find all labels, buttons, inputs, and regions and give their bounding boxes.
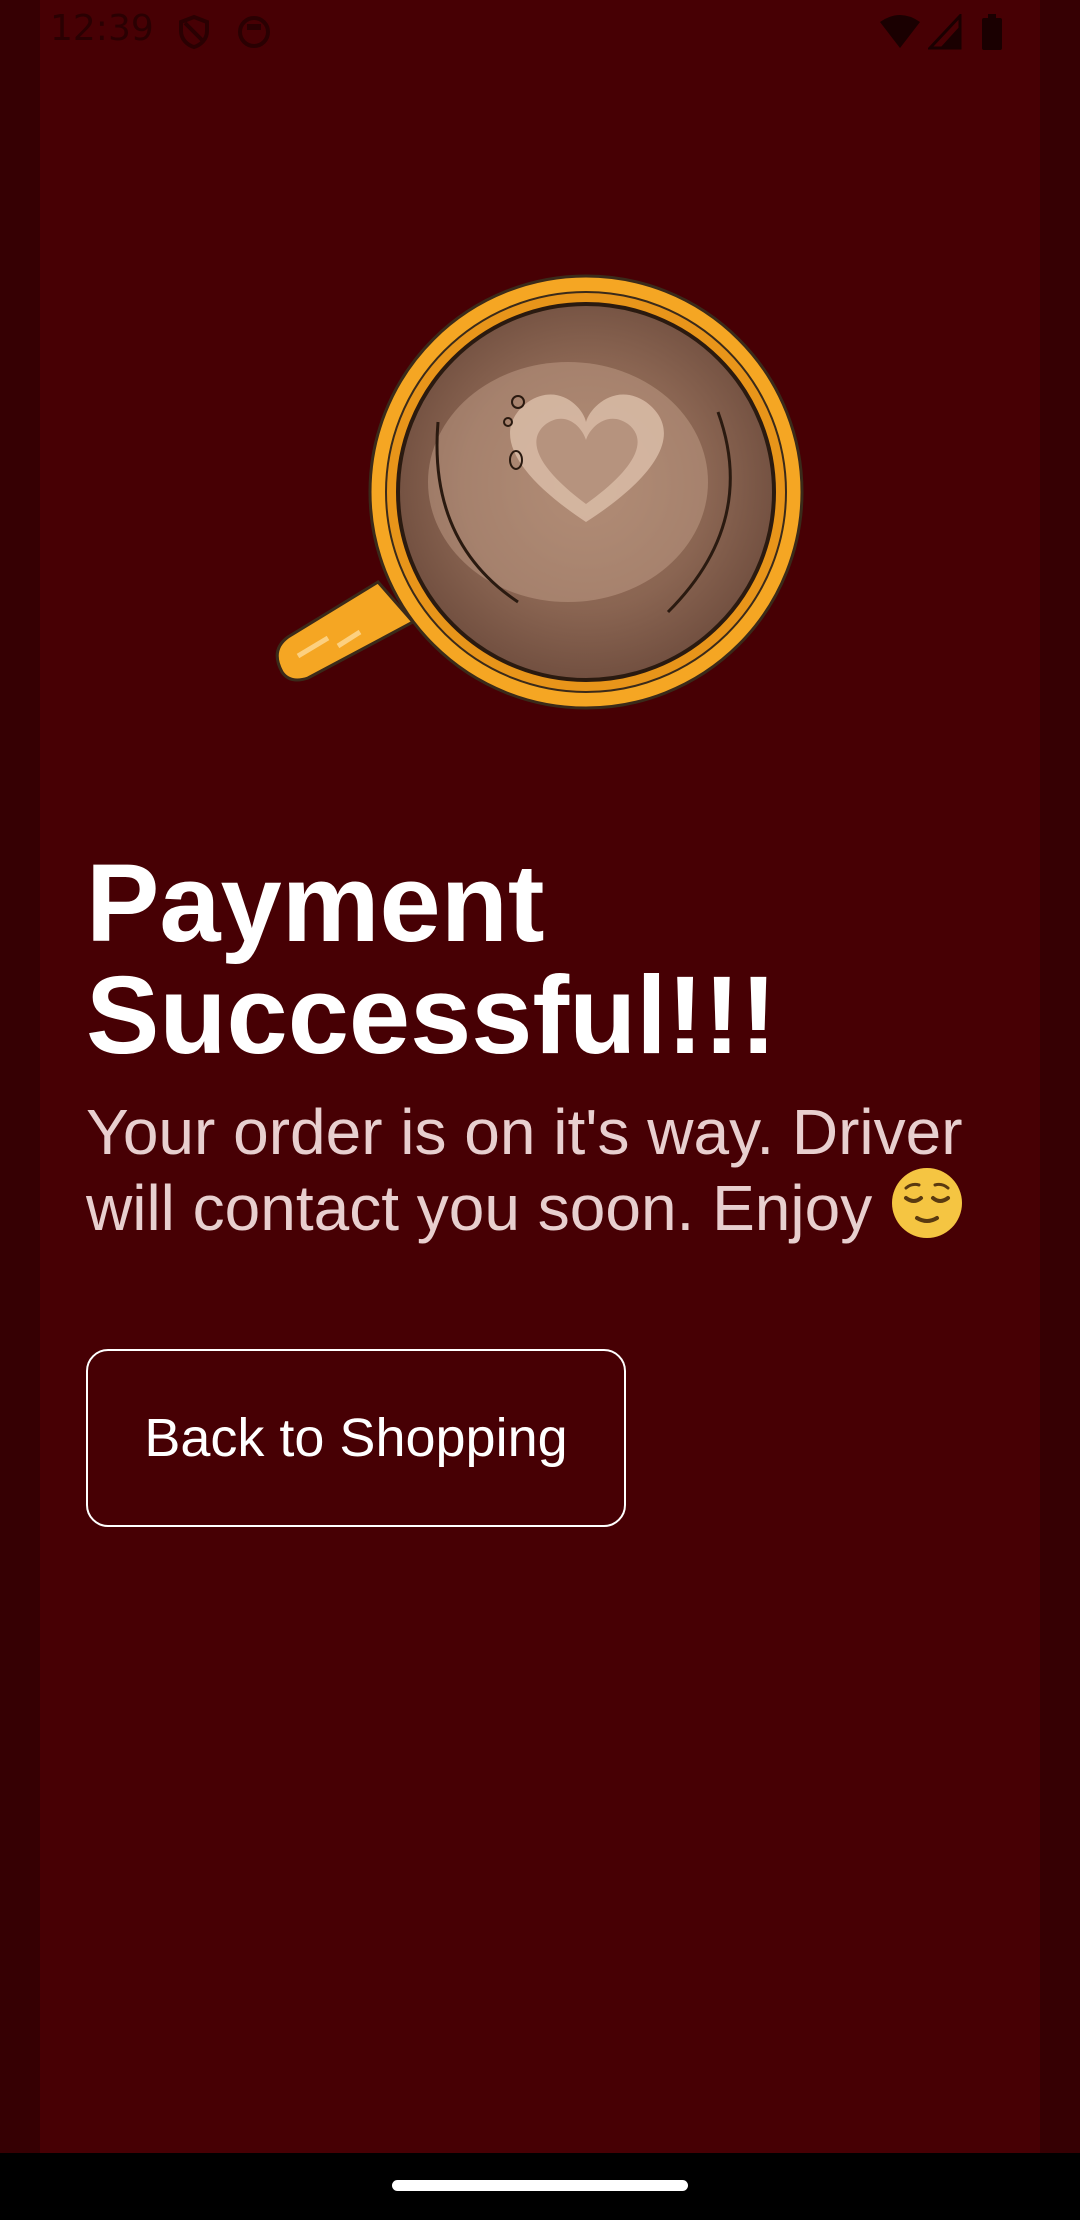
status-bar: 12:39 <box>0 0 1080 64</box>
coffee-cup-image <box>275 274 804 710</box>
shield-icon <box>179 14 209 50</box>
status-message-text: Your order is on it's way. Driver will c… <box>86 1096 963 1244</box>
wifi-icon <box>880 15 920 48</box>
signal-icon <box>928 14 962 50</box>
battery-icon <box>982 14 1002 50</box>
status-time: 12:39 <box>50 8 154 49</box>
relieved-face-emoji-icon <box>891 1168 962 1238</box>
back-to-shopping-button[interactable]: Back to Shopping <box>86 1349 626 1527</box>
circle-app-icon <box>238 16 270 48</box>
home-gesture-handle[interactable] <box>392 2180 688 2191</box>
screen-edge-right <box>1040 0 1080 2153</box>
page-title: Payment Successful!!! <box>86 842 777 1077</box>
screen-edge-left <box>0 0 40 2153</box>
status-message: Your order is on it's way. Driver will c… <box>86 1098 1006 1242</box>
